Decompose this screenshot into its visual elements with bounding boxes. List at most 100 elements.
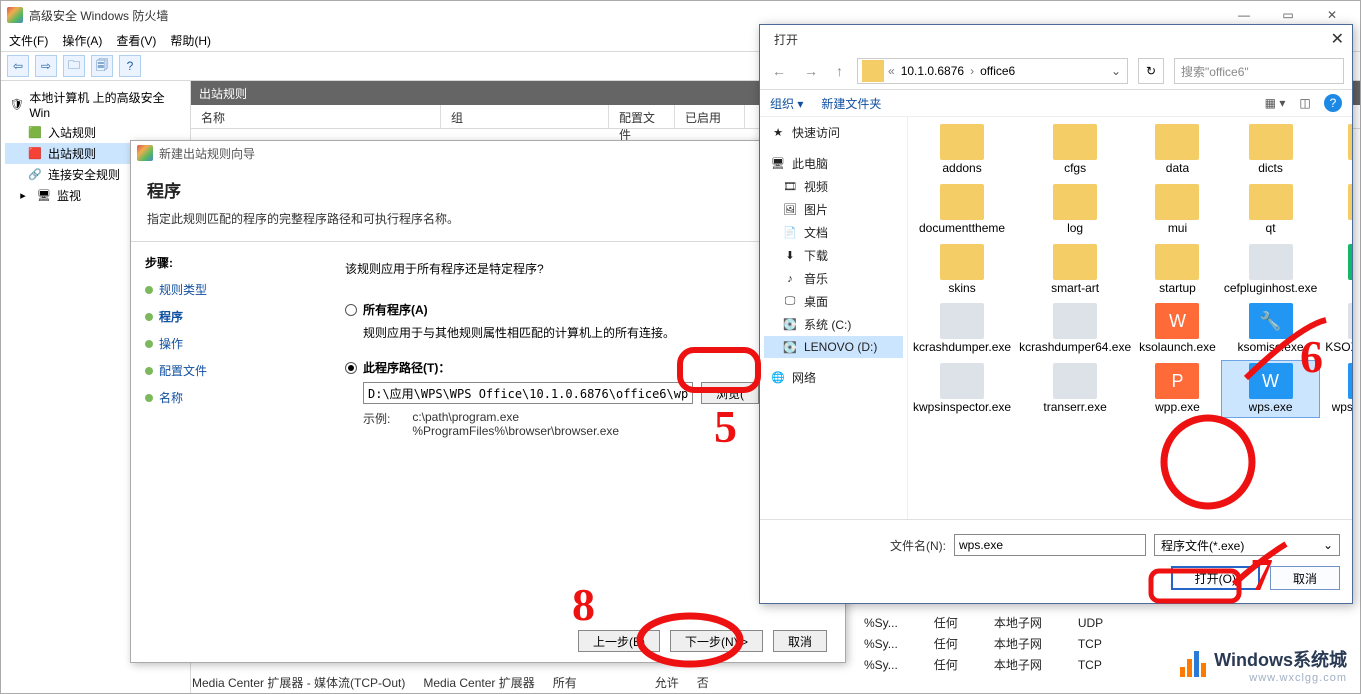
file-label: ksolaunch.exe <box>1139 341 1216 355</box>
file-item[interactable]: 🔧ksomisc.exe <box>1221 300 1320 358</box>
filename-input[interactable] <box>954 534 1146 556</box>
places-list[interactable]: ★快速访问 🖥此电脑 🎞视频 🖼图片 📄文档 ⬇下载 ♪音乐 🖵桌面 💽系统 (… <box>760 117 908 519</box>
file-item[interactable]: smart-art <box>1016 241 1134 299</box>
chevron-down-icon[interactable]: ⌄ <box>1105 64 1127 78</box>
back-button[interactable]: 上一步(B) <box>578 630 660 652</box>
file-item[interactable]: cfgs <box>1016 121 1134 179</box>
file-item[interactable]: kwpsinspector.exe <box>910 360 1014 418</box>
toolbar-refresh-icon[interactable]: 🗐 <box>91 55 113 77</box>
close-icon[interactable]: ✕ <box>1331 29 1344 49</box>
refresh-icon[interactable]: ↻ <box>1138 58 1164 84</box>
example-path-2: %ProgramFiles%\browser\browser.exe <box>412 424 619 438</box>
file-item[interactable]: addons <box>910 121 1014 179</box>
nav-forward-icon[interactable]: → <box>800 63 822 79</box>
radio-all-label: 所有程序(A) <box>363 301 428 318</box>
menu-view[interactable]: 查看(V) <box>116 32 156 49</box>
nav-up-icon[interactable]: ↑ <box>832 63 847 79</box>
bullet-icon <box>145 286 153 294</box>
file-item[interactable]: kcrashdumper64.exe <box>1016 300 1134 358</box>
place-desktop[interactable]: 🖵桌面 <box>764 290 903 313</box>
file-label: addons <box>942 162 981 176</box>
preview-icon[interactable]: ◫ <box>1294 92 1316 114</box>
file-item[interactable]: KSOXMLED.exe <box>1322 300 1352 358</box>
view-icon[interactable]: ▦ ▾ <box>1264 92 1286 114</box>
toolbar-forward-icon[interactable]: ⇨ <box>35 55 57 77</box>
place-pc[interactable]: 🖥此电脑 <box>764 152 903 175</box>
step-rule-type[interactable]: 规则类型 <box>145 281 307 298</box>
docs-icon: 📄 <box>782 225 798 241</box>
file-item[interactable]: kcrashdumper.exe <box>910 300 1014 358</box>
place-downloads[interactable]: ⬇下载 <box>764 244 903 267</box>
file-item[interactable]: cefpluginhost.exe <box>1221 241 1320 299</box>
place-music[interactable]: ♪音乐 <box>764 267 903 290</box>
radio-all-programs[interactable]: 所有程序(A) <box>345 301 821 318</box>
file-item[interactable]: docs <box>1322 121 1352 179</box>
shield-icon <box>7 7 23 23</box>
place-video[interactable]: 🎞视频 <box>764 175 903 198</box>
radio-program-path[interactable]: 此程序路径(T)： <box>345 359 821 376</box>
browse-button[interactable]: 浏览( <box>701 382 759 404</box>
file-item[interactable]: transerr.exe <box>1016 360 1134 418</box>
cancel-button[interactable]: 取消 <box>773 630 827 652</box>
file-item[interactable]: Wksolaunch.exe <box>1136 300 1219 358</box>
step-name[interactable]: 名称 <box>145 389 307 406</box>
place-d[interactable]: 💽LENOVO (D:) <box>764 336 903 358</box>
file-item[interactable]: documenttheme <box>910 181 1014 239</box>
file-label: data <box>1166 162 1189 176</box>
radio-icon[interactable] <box>345 362 357 374</box>
place-c[interactable]: 💽系统 (C:) <box>764 313 903 336</box>
file-item[interactable]: mui <box>1136 181 1219 239</box>
exe-icon <box>1053 363 1097 399</box>
file-item[interactable]: ☁wpscenter.exe <box>1322 360 1352 418</box>
file-item[interactable]: skins <box>910 241 1014 299</box>
menu-action[interactable]: 操作(A) <box>62 32 102 49</box>
search-input[interactable]: 搜索"office6" <box>1174 58 1344 84</box>
place-pictures[interactable]: 🖼图片 <box>764 198 903 221</box>
col-profile[interactable]: 配置文件 <box>609 105 675 128</box>
file-grid[interactable]: addons cfgs data dictsdocs documentthemelogm… <box>908 117 1352 519</box>
file-item[interactable]: log <box>1016 181 1134 239</box>
col-group[interactable]: 组 <box>441 105 609 128</box>
menu-help[interactable]: 帮助(H) <box>170 32 211 49</box>
file-item[interactable]: data <box>1136 121 1219 179</box>
program-path-input[interactable] <box>363 382 693 404</box>
file-item[interactable]: dicts <box>1221 121 1320 179</box>
toolbar-up-icon[interactable]: 🗀 <box>63 55 85 77</box>
radio-icon[interactable] <box>345 304 357 316</box>
new-folder-button[interactable]: 新建文件夹 <box>821 95 881 112</box>
file-item[interactable]: Pwpp.exe <box>1136 360 1219 418</box>
nav-back-icon[interactable]: ← <box>768 63 790 79</box>
open-bottom: 文件名(N): 程序文件(*.exe) ⌄ 打开(O) 取消 <box>760 519 1352 600</box>
file-label: kcrashdumper.exe <box>913 341 1011 355</box>
open-button[interactable]: 打开(O) <box>1171 566 1260 590</box>
col-name[interactable]: 名称 <box>191 105 441 128</box>
step-profile[interactable]: 配置文件 <box>145 362 307 379</box>
file-item[interactable]: Wwps.exe <box>1221 360 1320 418</box>
file-item[interactable]: res <box>1322 181 1352 239</box>
address-bar[interactable]: « 10.1.0.6876 › office6 ⌄ <box>857 58 1128 84</box>
place-quick[interactable]: ★快速访问 <box>764 121 903 144</box>
step-label: 规则类型 <box>159 281 207 298</box>
help-icon[interactable]: ? <box>1324 94 1342 112</box>
file-item[interactable]: Set.exe <box>1322 241 1352 299</box>
col-enabled[interactable]: 已启用 <box>675 105 745 128</box>
step-action[interactable]: 操作 <box>145 335 307 352</box>
crumb-2[interactable]: office6 <box>974 64 1021 78</box>
file-item[interactable]: startup <box>1136 241 1219 299</box>
menu-file[interactable]: 文件(F) <box>9 32 48 49</box>
crumb-1[interactable]: 10.1.0.6876 <box>895 64 970 78</box>
folder-icon <box>1053 184 1097 220</box>
file-filter-select[interactable]: 程序文件(*.exe) ⌄ <box>1154 534 1340 556</box>
organize-button[interactable]: 组织 ▾ <box>770 95 803 112</box>
tree-root[interactable]: 🛡 本地计算机 上的高级安全 Win <box>5 87 186 122</box>
expand-icon[interactable]: ▸ <box>15 188 31 204</box>
place-docs[interactable]: 📄文档 <box>764 221 903 244</box>
next-button[interactable]: 下一步(N) > <box>670 630 763 652</box>
toolbar-help-icon[interactable]: ? <box>119 55 141 77</box>
step-program[interactable]: 程序 <box>145 308 307 325</box>
cancel-button[interactable]: 取消 <box>1270 566 1340 590</box>
toolbar-back-icon[interactable]: ⇦ <box>7 55 29 77</box>
folder-icon <box>940 184 984 220</box>
file-item[interactable]: qt <box>1221 181 1320 239</box>
place-network[interactable]: 🌐网络 <box>764 366 903 389</box>
